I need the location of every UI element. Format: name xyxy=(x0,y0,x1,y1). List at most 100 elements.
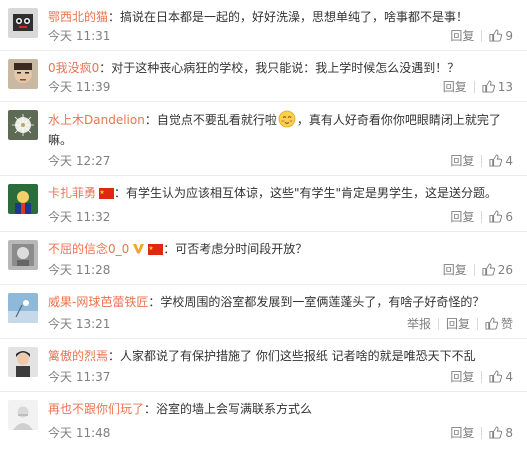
reply-button[interactable]: 回复 xyxy=(450,424,474,441)
reply-button[interactable]: 回复 xyxy=(450,27,474,44)
comment-body: 鄂西北的猫：搞说在日本都是一起的，好好洗澡，思想单纯了，啥事都不是事！ xyxy=(48,8,513,26)
thumbs-up-icon xyxy=(482,80,495,93)
comment-body: 水上木Dandelion：自觉点不要乱看就行啦 ，真有人好奇看你你吧眼睛闭上就完了… xyxy=(48,110,513,150)
comment-actions: 回复 13 xyxy=(443,78,513,95)
comment-time: 今天 11:37 xyxy=(48,370,111,384)
comment-author[interactable]: 0我没疯0 xyxy=(48,61,99,75)
comment-time: 今天 11:48 xyxy=(48,426,111,440)
comment-item: 再也不跟你们玩了：浴室的墙上会写满联系方式么 今天 11:48 回复 8 xyxy=(0,392,527,447)
avatar[interactable] xyxy=(8,240,38,270)
comment-author[interactable]: 篱傲的烈焉 xyxy=(48,349,108,363)
china-flag-icon xyxy=(148,244,164,255)
comment-text: ：有学生认为应该相互体谅，这些"有学生"肯定是男学生，这是送分题。 xyxy=(114,186,498,200)
divider xyxy=(481,154,483,167)
divider xyxy=(473,80,475,93)
avatar[interactable] xyxy=(8,184,38,214)
comment-text: ：浴室的墙上会写满联系方式么 xyxy=(144,402,313,416)
thumbs-up-icon xyxy=(489,154,503,167)
thumbs-up-icon xyxy=(489,210,503,223)
report-button[interactable]: 举报 xyxy=(407,315,431,332)
comment-item: 鄂西北的猫：搞说在日本都是一起的，好好洗澡，思想单纯了，啥事都不是事！ 今天 1… xyxy=(0,0,527,51)
thumbs-up-icon xyxy=(489,426,503,439)
reply-button[interactable]: 回复 xyxy=(443,261,467,278)
comment-actions: 回复 8 xyxy=(450,424,513,441)
blush-emoji-icon xyxy=(278,110,296,128)
avatar[interactable] xyxy=(8,293,38,323)
comment-item: 不屈的信念0_0 ：可否考虑分时间段开放？ 今天 11:28 回复 26 xyxy=(0,232,527,285)
like-button[interactable]: 赞 xyxy=(485,315,513,332)
comment-author[interactable]: 威果-网球芭蕾铁匠 xyxy=(48,295,148,309)
like-count: 4 xyxy=(505,369,513,384)
thumbs-up-icon xyxy=(489,370,503,383)
comment-author[interactable]: 水上木Dandelion xyxy=(48,113,145,127)
comment-text: ：对于这种丧心病狂的学校，我只能说：我上学时候怎么没遇到！？ xyxy=(99,61,460,75)
like-count: 4 xyxy=(505,153,513,168)
like-button[interactable]: 13 xyxy=(482,80,513,94)
reply-button[interactable]: 回复 xyxy=(450,152,474,169)
comment-body: 不屈的信念0_0 ：可否考虑分时间段开放？ xyxy=(48,240,513,258)
comment-text: ：人家都说了有保护措施了 你们这些报纸 记者啥的就是唯恐天下不乱 xyxy=(108,349,476,363)
comment-body: 0我没疯0：对于这种丧心病狂的学校，我只能说：我上学时候怎么没遇到！？ xyxy=(48,59,513,77)
comment-text: ：自觉点不要乱看就行啦 xyxy=(144,113,277,127)
comment-text: ：搞说在日本都是一起的，好好洗澡，思想单纯了，啥事都不是事！ xyxy=(108,10,469,24)
avatar[interactable] xyxy=(8,347,38,377)
like-button[interactable]: 8 xyxy=(489,426,513,440)
comment-list: 鄂西北的猫：搞说在日本都是一起的，好好洗澡，思想单纯了，啥事都不是事！ 今天 1… xyxy=(0,0,527,447)
avatar[interactable] xyxy=(8,59,38,89)
divider xyxy=(481,370,483,383)
divider xyxy=(437,317,439,330)
thumbs-up-icon xyxy=(489,29,503,42)
comment-actions: 举报 回复 赞 xyxy=(407,315,513,332)
like-count: 26 xyxy=(497,262,513,277)
comment-time: 今天 11:39 xyxy=(48,80,111,94)
like-count: 6 xyxy=(505,209,513,224)
thumbs-up-icon xyxy=(485,317,498,330)
comment-author[interactable]: 鄂西北的猫 xyxy=(48,10,108,24)
comment-author[interactable]: 不屈的信念0_0 xyxy=(48,242,129,256)
reply-button[interactable]: 回复 xyxy=(450,208,474,225)
comment-body: 威果-网球芭蕾铁匠：学校周围的浴室都发展到一室俩莲蓬头了，有啥子好奇怪的？ xyxy=(48,293,513,311)
comment-item: 威果-网球芭蕾铁匠：学校周围的浴室都发展到一室俩莲蓬头了，有啥子好奇怪的？ 今天… xyxy=(0,285,527,339)
comment-body: 再也不跟你们玩了：浴室的墙上会写满联系方式么 xyxy=(48,400,513,418)
comment-item: 0我没疯0：对于这种丧心病狂的学校，我只能说：我上学时候怎么没遇到！？ 今天 1… xyxy=(0,51,527,102)
divider xyxy=(481,29,483,42)
like-button[interactable]: 4 xyxy=(489,154,513,168)
divider xyxy=(481,426,483,439)
comment-item: 水上木Dandelion：自觉点不要乱看就行啦 ，真有人好奇看你你吧眼睛闭上就完了… xyxy=(0,102,527,176)
reply-button[interactable]: 回复 xyxy=(443,78,467,95)
comment-actions: 回复 4 xyxy=(450,152,513,169)
comment-author[interactable]: 再也不跟你们玩了 xyxy=(48,402,144,416)
like-button[interactable]: 6 xyxy=(489,210,513,224)
avatar[interactable] xyxy=(8,400,38,430)
like-label: 赞 xyxy=(500,317,513,331)
comment-time: 今天 11:32 xyxy=(48,210,111,224)
comment-actions: 回复 9 xyxy=(450,27,513,44)
thumbs-up-icon xyxy=(482,263,495,276)
comment-actions: 回复 6 xyxy=(450,208,513,225)
comment-text: ：学校周围的浴室都发展到一室俩莲蓬头了，有啥子好奇怪的？ xyxy=(148,295,485,309)
comment-time: 今天 11:31 xyxy=(48,29,111,43)
china-flag-icon xyxy=(99,188,115,199)
comment-actions: 回复 4 xyxy=(450,368,513,385)
avatar[interactable] xyxy=(8,110,38,140)
like-count: 8 xyxy=(505,425,513,440)
verified-v-icon xyxy=(133,244,145,254)
comment-time: 今天 12:27 xyxy=(48,154,111,168)
like-count: 13 xyxy=(497,79,513,94)
reply-button[interactable]: 回复 xyxy=(450,368,474,385)
comment-author[interactable]: 卡扎菲勇 xyxy=(48,186,96,200)
like-button[interactable]: 26 xyxy=(482,263,513,277)
comment-time: 今天 11:28 xyxy=(48,263,111,277)
reply-button[interactable]: 回复 xyxy=(446,315,470,332)
like-button[interactable]: 9 xyxy=(489,29,513,43)
comment-item: 卡扎菲勇 ：有学生认为应该相互体谅，这些"有学生"肯定是男学生，这是送分题。 今天… xyxy=(0,176,527,232)
comment-text: ：可否考虑分时间段开放？ xyxy=(163,242,308,256)
comment-time: 今天 13:21 xyxy=(48,317,111,331)
divider xyxy=(481,210,483,223)
comment-item: 篱傲的烈焉：人家都说了有保护措施了 你们这些报纸 记者啥的就是唯恐天下不乱 今天… xyxy=(0,339,527,392)
comment-body: 卡扎菲勇 ：有学生认为应该相互体谅，这些"有学生"肯定是男学生，这是送分题。 xyxy=(48,184,513,202)
divider xyxy=(476,317,478,330)
like-button[interactable]: 4 xyxy=(489,370,513,384)
comment-actions: 回复 26 xyxy=(443,261,513,278)
avatar[interactable] xyxy=(8,8,38,38)
